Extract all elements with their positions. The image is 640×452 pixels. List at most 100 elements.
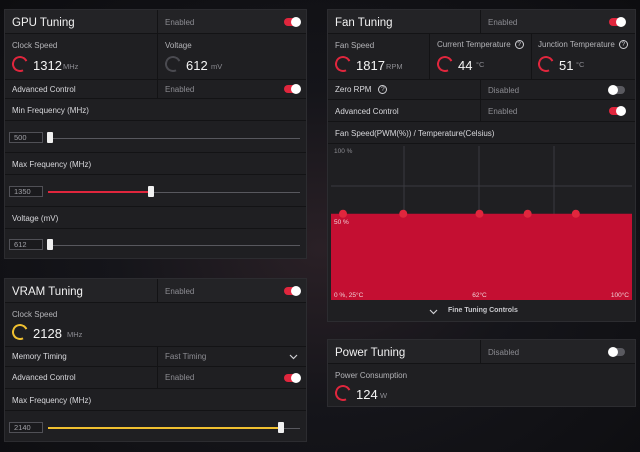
vram-max-freq-thumb[interactable] (278, 422, 284, 433)
fan-header-row: Fan Tuning Enabled (328, 10, 635, 34)
vram-max-freq-label: Max Frequency (MHz) (12, 396, 92, 405)
power-consumption-unit: W (380, 391, 388, 400)
fan-curve-title: Fan Speed(PWM(%)) / Temperature(Celsius) (335, 129, 495, 138)
junction-temp-unit: °C (576, 60, 585, 69)
fan-speed-label: Fan Speed (335, 41, 375, 50)
power-tuning-toggle[interactable] (608, 347, 625, 357)
zero-rpm-state: Disabled (488, 86, 520, 95)
zero-rpm-info-icon[interactable]: ? (378, 85, 388, 94)
gpu-advanced-toggle[interactable] (284, 84, 301, 94)
fan-tuning-state: Enabled (488, 18, 518, 27)
gpu-max-freq-input[interactable]: 1350 (9, 186, 43, 197)
gpu-advanced-state: Enabled (165, 85, 195, 94)
gpu-advanced-row: Advanced Control Enabled (5, 80, 306, 99)
fan-speed-value: 1817 (356, 58, 385, 73)
vram-tuning-panel: VRAM Tuning Enabled Clock Speed 2128 MHz… (4, 278, 307, 442)
current-temp-unit: °C (476, 60, 485, 69)
fan-curve-title-row: Fan Speed(PWM(%)) / Temperature(Celsius) (328, 122, 635, 144)
gpu-min-freq-thumb[interactable] (47, 132, 53, 143)
fan-advanced-toggle[interactable] (609, 106, 626, 116)
vram-tuning-title: VRAM Tuning (12, 286, 83, 298)
gpu-tuning-state: Enabled (165, 18, 195, 27)
junction-temp-label: Junction Temperature (538, 40, 615, 49)
gpu-clock-value: 1312 (33, 58, 62, 73)
fan-curve-chart[interactable]: 100 % 50 % 0 %, 25°C 62°C 100°C (331, 146, 632, 302)
fan-advanced-row: Advanced Control Enabled (328, 100, 635, 122)
gpu-voltage-value: 612 (186, 58, 208, 73)
fine-tuning-label: Fine Tuning Controls (448, 307, 518, 314)
vram-clock-gauge-icon (9, 321, 31, 343)
gpu-voltage-gauge-icon (162, 53, 184, 75)
gpu-clock-gauge-icon (9, 53, 31, 75)
fan-curve-point[interactable] (399, 209, 408, 218)
fan-tuning-panel: Fan Tuning Enabled Fan Speed 1817 RPM Cu… (327, 9, 636, 322)
gpu-voltage-input[interactable]: 612 (9, 239, 43, 250)
gpu-tuning-title: GPU Tuning (12, 17, 75, 29)
fan-speed-gauge-icon (332, 53, 354, 75)
vram-advanced-row: Advanced Control Enabled (5, 367, 306, 389)
gpu-max-freq-thumb[interactable] (148, 186, 154, 197)
vram-tuning-state: Enabled (165, 287, 195, 296)
vram-advanced-state: Enabled (165, 373, 195, 382)
junction-temp-info-icon[interactable]: ? (618, 40, 628, 49)
fan-tuning-title: Fan Tuning (335, 17, 393, 29)
vram-max-freq-input[interactable]: 2140 (9, 422, 43, 433)
junction-temp-value: 51 (559, 58, 574, 73)
gpu-voltage-label: Voltage (165, 41, 192, 50)
junction-temp-gauge-icon (535, 53, 557, 75)
current-temp-value: 44 (458, 58, 473, 73)
gpu-voltage-unit: mV (211, 62, 223, 71)
x-tick-label-start: 0 %, 25°C (334, 291, 364, 299)
x-tick-label-mid: 62°C (472, 291, 487, 299)
vram-header-row: VRAM Tuning Enabled (5, 279, 306, 303)
power-gauge-icon (332, 382, 354, 404)
gpu-min-freq-track[interactable] (48, 138, 300, 139)
gpu-tuning-toggle[interactable] (284, 17, 301, 27)
y-tick-label-mid: 50 % (334, 219, 349, 226)
gpu-voltage-label-row: Voltage (mV) (5, 207, 306, 229)
vram-tuning-toggle[interactable] (284, 286, 301, 296)
vram-max-freq-fill (48, 427, 281, 429)
fan-curve-point[interactable] (523, 209, 532, 218)
zero-rpm-label-group: Zero RPM ? (335, 85, 388, 94)
vram-timing-label: Memory Timing (12, 352, 67, 361)
vram-metrics-row: Clock Speed 2128 MHz (5, 303, 306, 347)
power-tuning-state: Disabled (488, 348, 520, 357)
vram-clock-value: 2128 (33, 326, 62, 341)
vram-timing-value: Fast Timing (165, 352, 207, 361)
zero-rpm-toggle[interactable] (608, 85, 625, 95)
current-temp-label: Current Temperature (437, 40, 511, 49)
gpu-min-freq-label-row: Min Frequency (MHz) (5, 99, 306, 121)
vram-advanced-toggle[interactable] (284, 373, 301, 383)
vram-max-freq-slider-row: 2140 (5, 411, 306, 442)
vram-advanced-label: Advanced Control (12, 373, 76, 382)
gpu-voltage-slider-row: 612 (5, 229, 306, 259)
gpu-voltage-track[interactable] (48, 245, 300, 246)
gpu-voltage-thumb[interactable] (47, 239, 53, 250)
power-header-row: Power Tuning Disabled (328, 340, 635, 364)
current-temp-info-icon[interactable]: ? (514, 40, 524, 49)
gpu-clock-unit: MHz (63, 62, 79, 71)
vram-timing-select[interactable]: Fast Timing (157, 347, 306, 366)
power-metrics-row: Power Consumption 124 W (328, 364, 635, 407)
gpu-max-freq-slider-row: 1350 (5, 175, 306, 207)
gpu-min-freq-label: Min Frequency (MHz) (12, 106, 89, 115)
fan-tuning-toggle[interactable] (609, 17, 626, 27)
fan-advanced-label: Advanced Control (335, 107, 399, 116)
vram-clock-unit: MHz (67, 330, 83, 339)
fan-curve-point[interactable] (339, 209, 347, 218)
zero-rpm-label: Zero RPM (335, 85, 372, 94)
fan-curve-point[interactable] (571, 209, 580, 218)
fine-tuning-row[interactable]: Fine Tuning Controls (328, 302, 635, 322)
chevron-down-icon (289, 354, 298, 360)
fan-curve-area (331, 213, 632, 300)
fan-curve-point[interactable] (475, 209, 484, 218)
gpu-header-row: GPU Tuning Enabled (5, 10, 306, 34)
y-tick-label-top: 100 % (334, 148, 353, 155)
gpu-tuning-panel: GPU Tuning Enabled Clock Speed 1312 MHz … (4, 9, 307, 259)
gpu-min-freq-input[interactable]: 500 (9, 132, 43, 143)
x-tick-label-end: 100°C (611, 291, 629, 299)
fan-metrics-row: Fan Speed 1817 RPM Current Temperature ?… (328, 34, 635, 80)
gpu-min-freq-slider-row: 500 (5, 121, 306, 153)
gpu-voltage-slider-label: Voltage (mV) (12, 214, 59, 223)
